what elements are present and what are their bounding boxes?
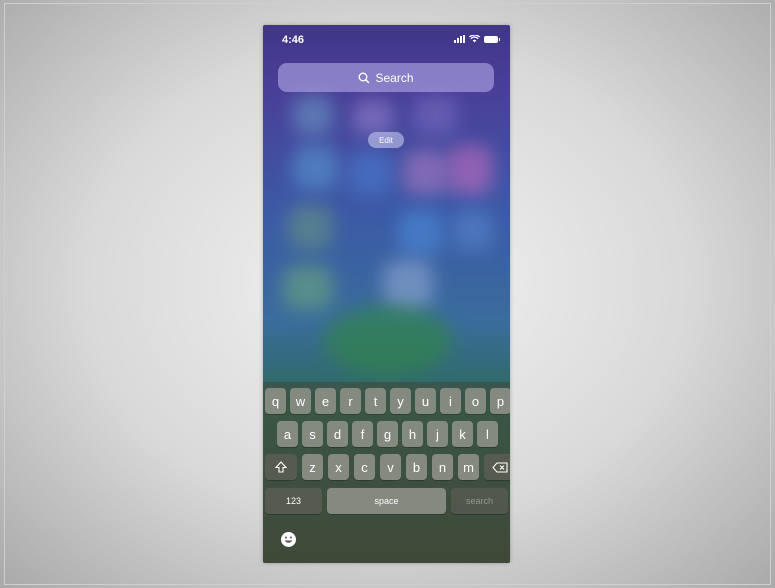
search-field[interactable]: Search (278, 63, 494, 92)
key-d[interactable]: d (327, 421, 348, 447)
space-key[interactable]: space (327, 488, 446, 514)
key-c[interactable]: c (354, 454, 375, 480)
key-y[interactable]: y (390, 388, 411, 414)
search-icon (358, 72, 371, 84)
delete-icon (492, 461, 508, 473)
key-s[interactable]: s (302, 421, 323, 447)
emoji-icon[interactable] (280, 531, 297, 548)
key-k[interactable]: k (452, 421, 473, 447)
status-bar: 4:46 (263, 25, 510, 53)
key-j[interactable]: j (427, 421, 448, 447)
signal-icon (454, 35, 465, 43)
key-w[interactable]: w (290, 388, 311, 414)
key-m[interactable]: m (458, 454, 479, 480)
search-key[interactable]: search (451, 488, 508, 514)
key-b[interactable]: b (406, 454, 427, 480)
numbers-key[interactable]: 123 (265, 488, 322, 514)
delete-key[interactable] (484, 454, 510, 480)
key-l[interactable]: l (477, 421, 498, 447)
key-i[interactable]: i (440, 388, 461, 414)
key-x[interactable]: x (328, 454, 349, 480)
phone-screen: 4:46 Search Edit q w e r t y u i o p a s… (263, 25, 510, 563)
shift-key[interactable] (265, 454, 297, 480)
key-o[interactable]: o (465, 388, 486, 414)
key-f[interactable]: f (352, 421, 373, 447)
key-t[interactable]: t (365, 388, 386, 414)
keyboard: q w e r t y u i o p a s d f g h j k l z … (263, 382, 510, 563)
key-z[interactable]: z (302, 454, 323, 480)
shift-icon (275, 461, 287, 473)
key-e[interactable]: e (315, 388, 336, 414)
key-r[interactable]: r (340, 388, 361, 414)
edit-button[interactable]: Edit (368, 132, 404, 148)
key-n[interactable]: n (432, 454, 453, 480)
status-time: 4:46 (282, 34, 305, 46)
battery-icon (484, 36, 500, 43)
key-g[interactable]: g (377, 421, 398, 447)
wifi-icon (469, 35, 480, 43)
key-q[interactable]: q (265, 388, 286, 414)
key-a[interactable]: a (277, 421, 298, 447)
search-placeholder: Search (375, 70, 414, 85)
key-u[interactable]: u (415, 388, 436, 414)
key-h[interactable]: h (402, 421, 423, 447)
key-p[interactable]: p (490, 388, 510, 414)
key-v[interactable]: v (380, 454, 401, 480)
